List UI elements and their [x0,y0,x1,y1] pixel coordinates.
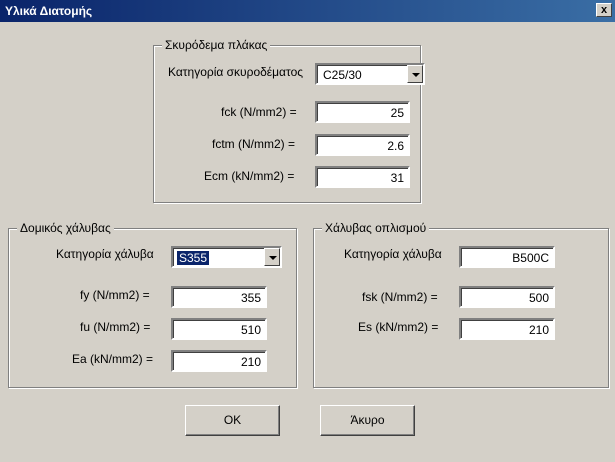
concrete-category-select[interactable]: C25/30 [315,63,425,85]
fy-field[interactable]: 355 [171,286,267,308]
ecm-field[interactable]: 31 [315,166,410,188]
fck-field[interactable]: 25 [315,101,410,123]
concrete-category-label: Κατηγορία σκυροδέματος [168,65,304,79]
rebar-category-field[interactable]: B500C [459,246,555,268]
structural-steel-legend: Δομικός χάλυβας [17,221,114,235]
fck-label: fck (N/mm2) = [221,105,297,119]
fy-label: fy (N/mm2) = [80,288,150,302]
fu-label: fu (N/mm2) = [80,320,151,334]
fsk-field[interactable]: 500 [459,286,555,308]
ea-field[interactable]: 210 [171,350,267,372]
steel-category-value: S355 [177,251,210,265]
chevron-down-icon[interactable] [407,65,423,83]
rebar-category-label: Κατηγορία χάλυβα [344,247,442,261]
fsk-label: fsk (N/mm2) = [362,290,438,304]
concrete-category-value: C25/30 [323,68,362,82]
chevron-down-icon[interactable] [264,248,280,266]
title-bar: Υλικά Διατομής x [0,0,615,22]
es-label: Es (kN/mm2) = [358,320,439,334]
ok-button[interactable]: OK [185,405,280,436]
fctm-field[interactable]: 2.6 [315,134,410,156]
steel-category-label: Κατηγορία χάλυβα [56,247,154,261]
rebar-legend: Χάλυβας οπλισμού [322,221,430,235]
es-field[interactable]: 210 [459,318,555,340]
window-title: Υλικά Διατομής [5,4,93,18]
cancel-button[interactable]: Άκυρο [320,405,415,436]
fu-field[interactable]: 510 [171,318,267,340]
ecm-label: Ecm (kN/mm2) = [204,169,295,183]
close-button[interactable]: x [596,3,612,17]
ea-label: Ea (kN/mm2) = [72,352,154,366]
fctm-label: fctm (N/mm2) = [212,137,295,151]
concrete-legend: Σκυρόδεμα πλάκας [162,38,271,52]
steel-category-select[interactable]: S355 [171,246,282,268]
